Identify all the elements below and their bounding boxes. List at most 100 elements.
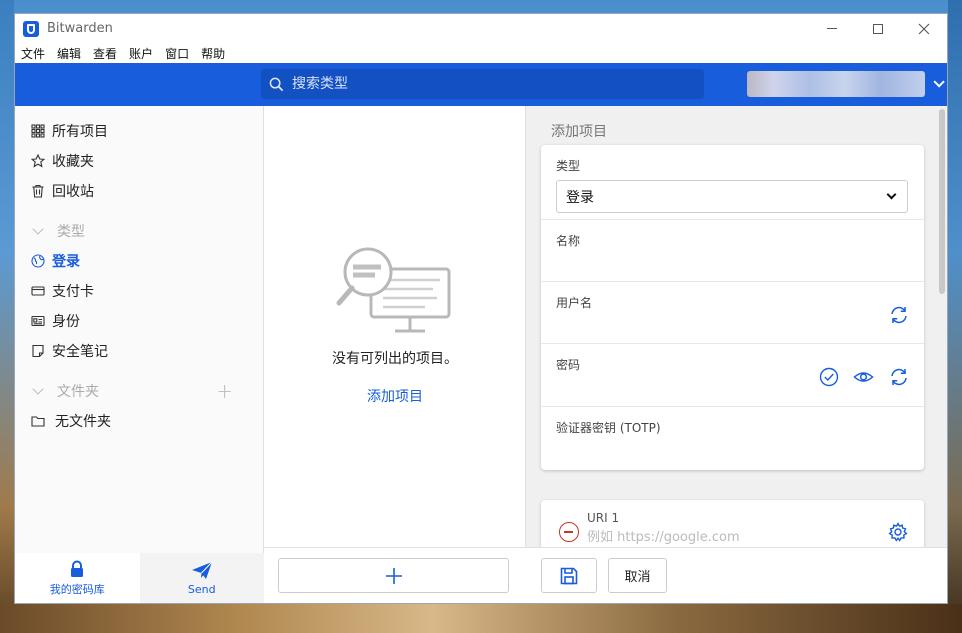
type-label: 类型 [556,159,581,173]
tab-label: 我的密码库 [49,583,105,596]
sidebar-bottom-tabs: 我的密码库 Send [15,553,264,603]
minimize-icon [827,28,837,29]
note-icon [31,344,45,358]
chevron-down-icon [32,383,44,395]
list-footer [264,547,526,603]
tab-my-vault[interactable]: 我的密码库 [15,553,140,603]
search-box [261,69,704,99]
tab-send[interactable]: Send [139,553,264,603]
sidebar-item-identity[interactable]: 身份 [15,306,263,336]
sidebar-item-card[interactable]: 支付卡 [15,276,263,306]
scrollbar-thumb[interactable] [939,109,945,294]
refresh-icon [890,306,907,323]
generate-username-button[interactable] [888,304,909,325]
sidebar-item-label: 安全笔记 [52,344,108,360]
menu-account[interactable]: 账户 [129,45,153,62]
type-select-value: 登录 [566,189,594,206]
add-item-link[interactable]: 添加项目 [367,386,423,406]
empty-search-illustration-icon [335,242,455,337]
password-row[interactable]: 密码 [541,344,924,407]
detail-footer: 取消 [526,547,947,603]
menu-help[interactable]: 帮助 [201,45,225,62]
totp-row[interactable]: 验证器密钥 (TOTP) [541,407,924,470]
check-password-button[interactable] [818,366,839,387]
paper-plane-icon [191,561,213,579]
toggle-password-visibility-button[interactable] [853,366,874,387]
check-circle-icon [819,367,838,386]
sidebar-item-label: 回收站 [52,184,94,200]
sidebar-item-no-folder[interactable]: 无文件夹 [15,406,263,436]
sidebar-item-label: 收藏夹 [52,154,94,170]
chevron-down-icon [886,189,897,200]
sidebar-item-label: 无文件夹 [55,414,111,430]
sidebar-item-label: 所有项目 [52,124,108,140]
types-heading: 类型 [57,224,85,240]
maximize-icon [873,23,883,34]
name-label: 名称 [556,234,581,248]
account-menu[interactable] [747,71,945,97]
menu-file[interactable]: 文件 [21,45,45,62]
totp-label: 验证器密钥 (TOTP) [556,421,661,435]
desktop-background-left [0,0,14,633]
item-detail-panel: 添加项目 类型 登录 名称 用户名 密码 验证器密钥 (TOTP) URI 1 … [526,106,947,603]
types-group-header[interactable]: 类型 [15,216,263,246]
app-header [15,63,947,106]
credit-card-icon [31,284,45,298]
account-name-redacted [747,71,925,97]
star-icon [31,154,45,168]
chevron-down-icon [32,223,44,235]
tab-label: Send [187,582,216,596]
menu-edit[interactable]: 编辑 [57,45,81,62]
sidebar-item-label: 身份 [52,314,80,330]
close-window-button[interactable] [901,14,947,43]
id-card-icon [31,314,45,328]
username-label: 用户名 [556,296,593,310]
desktop-background-right [948,0,962,633]
maximize-button[interactable] [855,14,901,43]
sidebar-item-login[interactable]: 登录 [15,246,263,276]
cancel-button[interactable]: 取消 [608,558,667,593]
save-button[interactable] [541,558,597,593]
detail-scrollbar[interactable] [937,106,947,547]
plus-icon [385,567,402,584]
sidebar-item-favorites[interactable]: 收藏夹 [15,146,263,176]
bitwarden-logo-icon [23,20,39,37]
uri-label: URI 1 [587,511,620,525]
minimize-button[interactable] [809,14,855,43]
add-item-button[interactable] [278,558,509,593]
globe-icon [31,254,45,268]
menu-bar: 文件 编辑 查看 账户 窗口 帮助 [15,43,947,63]
sidebar-item-label: 登录 [52,254,80,270]
chevron-down-icon [933,76,945,88]
window-controls [809,14,947,43]
window-title: Bitwarden [47,21,113,36]
sidebar-item-trash[interactable]: 回收站 [15,176,263,206]
uri-input[interactable] [587,530,837,545]
folders-group-header[interactable]: 文件夹 + [15,376,263,406]
folders-heading: 文件夹 [57,384,99,400]
items-list-panel: 没有可列出的项目。 添加项目 [264,106,526,603]
sidebar-item-all-items[interactable]: 所有项目 [15,116,263,146]
sidebar-item-secure-note[interactable]: 安全笔记 [15,336,263,366]
menu-view[interactable]: 查看 [93,45,117,62]
type-select[interactable]: 登录 [556,180,908,213]
name-row[interactable]: 名称 [541,220,924,282]
uri-settings-button[interactable] [888,522,908,546]
lock-icon [71,560,84,577]
save-icon [560,567,578,584]
menu-window[interactable]: 窗口 [165,45,189,62]
app-window: Bitwarden 文件 编辑 查看 账户 窗口 帮助 搜索类型 所有项目 收藏… [14,13,948,604]
desktop-background-bottom [0,604,962,633]
remove-uri-button[interactable] [559,522,579,542]
generate-password-button[interactable] [888,366,909,387]
folder-icon [31,414,45,428]
sidebar-item-label: 支付卡 [52,284,94,300]
close-icon [918,23,930,34]
search-input[interactable] [292,76,672,92]
item-form-card: 类型 登录 名称 用户名 密码 验证器密钥 (TOTP) [541,145,924,470]
add-folder-icon[interactable]: + [216,379,233,403]
grid-icon [31,124,45,138]
sidebar: 所有项目 收藏夹 回收站 类型 登录 支付卡 身份 安全笔记 文件夹 + 无文件… [15,106,264,603]
username-row[interactable]: 用户名 [541,282,924,344]
empty-message: 没有可列出的项目。 [332,351,458,367]
